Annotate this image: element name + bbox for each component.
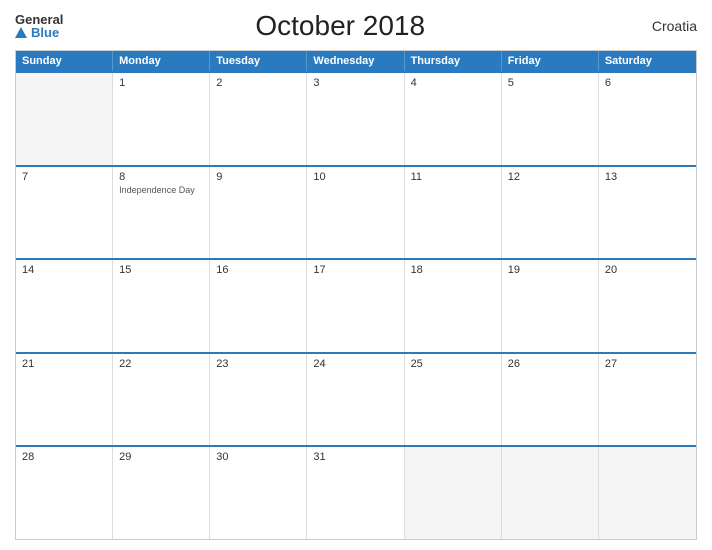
day-number: 9	[216, 171, 300, 183]
week-row-3: 21 22 23 24 25 26 27	[16, 352, 696, 446]
day-cell: 31	[307, 447, 404, 539]
day-headers-row: SundayMondayTuesdayWednesdayThursdayFrid…	[16, 51, 696, 71]
day-number: 26	[508, 358, 592, 370]
day-cell	[405, 447, 502, 539]
day-cell	[599, 447, 696, 539]
day-cell: 26	[502, 354, 599, 446]
day-cell: 15	[113, 260, 210, 352]
day-number: 7	[22, 171, 106, 183]
day-header-wednesday: Wednesday	[307, 51, 404, 71]
day-cell: 14	[16, 260, 113, 352]
day-event: Independence Day	[119, 185, 203, 196]
day-cell: 20	[599, 260, 696, 352]
day-header-tuesday: Tuesday	[210, 51, 307, 71]
day-number: 16	[216, 264, 300, 276]
day-number: 25	[411, 358, 495, 370]
day-number: 29	[119, 451, 203, 463]
logo-blue-text: Blue	[15, 26, 59, 39]
day-cell: 11	[405, 167, 502, 259]
day-cell: 27	[599, 354, 696, 446]
day-cell	[502, 447, 599, 539]
week-row-1: 7 8 Independence Day 9 10 11 12 13	[16, 165, 696, 259]
day-cell: 29	[113, 447, 210, 539]
day-cell: 9	[210, 167, 307, 259]
day-number: 3	[313, 77, 397, 89]
day-number: 23	[216, 358, 300, 370]
day-cell: 16	[210, 260, 307, 352]
day-number: 28	[22, 451, 106, 463]
day-header-friday: Friday	[502, 51, 599, 71]
day-cell: 22	[113, 354, 210, 446]
day-cell: 23	[210, 354, 307, 446]
logo: General Blue	[15, 13, 63, 39]
day-number: 22	[119, 358, 203, 370]
day-cell: 10	[307, 167, 404, 259]
calendar: SundayMondayTuesdayWednesdayThursdayFrid…	[15, 50, 697, 540]
day-number: 8	[119, 171, 203, 183]
country-label: Croatia	[617, 18, 697, 34]
day-cell: 5	[502, 73, 599, 165]
page-header: General Blue October 2018 Croatia	[15, 10, 697, 42]
day-cell: 30	[210, 447, 307, 539]
day-number: 21	[22, 358, 106, 370]
day-cell: 21	[16, 354, 113, 446]
day-header-thursday: Thursday	[405, 51, 502, 71]
logo-triangle-icon	[15, 27, 27, 38]
day-cell: 12	[502, 167, 599, 259]
day-number: 19	[508, 264, 592, 276]
day-cell: 3	[307, 73, 404, 165]
day-header-monday: Monday	[113, 51, 210, 71]
day-number: 31	[313, 451, 397, 463]
day-number: 18	[411, 264, 495, 276]
day-number: 17	[313, 264, 397, 276]
calendar-title: October 2018	[63, 10, 617, 42]
day-number: 1	[119, 77, 203, 89]
weeks-container: 12345678Independence Day9101112131415161…	[16, 71, 696, 539]
day-cell: 17	[307, 260, 404, 352]
day-number: 6	[605, 77, 690, 89]
day-number: 11	[411, 171, 495, 183]
day-number: 4	[411, 77, 495, 89]
day-header-saturday: Saturday	[599, 51, 696, 71]
day-cell: 13	[599, 167, 696, 259]
week-row-4: 28 29 30 31	[16, 445, 696, 539]
day-header-sunday: Sunday	[16, 51, 113, 71]
day-number: 13	[605, 171, 690, 183]
day-number: 2	[216, 77, 300, 89]
day-number: 14	[22, 264, 106, 276]
day-cell: 4	[405, 73, 502, 165]
day-number: 5	[508, 77, 592, 89]
day-number: 27	[605, 358, 690, 370]
day-cell: 24	[307, 354, 404, 446]
day-number: 10	[313, 171, 397, 183]
day-cell: 1	[113, 73, 210, 165]
day-cell: 8 Independence Day	[113, 167, 210, 259]
day-number: 12	[508, 171, 592, 183]
day-cell: 6	[599, 73, 696, 165]
day-number: 30	[216, 451, 300, 463]
week-row-2: 14 15 16 17 18 19 20	[16, 258, 696, 352]
day-cell: 2	[210, 73, 307, 165]
day-cell: 7	[16, 167, 113, 259]
day-number: 20	[605, 264, 690, 276]
day-cell: 19	[502, 260, 599, 352]
day-cell: 28	[16, 447, 113, 539]
day-number: 15	[119, 264, 203, 276]
day-cell	[16, 73, 113, 165]
week-row-0: 1 2 3 4 5 6	[16, 71, 696, 165]
day-cell: 18	[405, 260, 502, 352]
day-cell: 25	[405, 354, 502, 446]
day-number: 24	[313, 358, 397, 370]
